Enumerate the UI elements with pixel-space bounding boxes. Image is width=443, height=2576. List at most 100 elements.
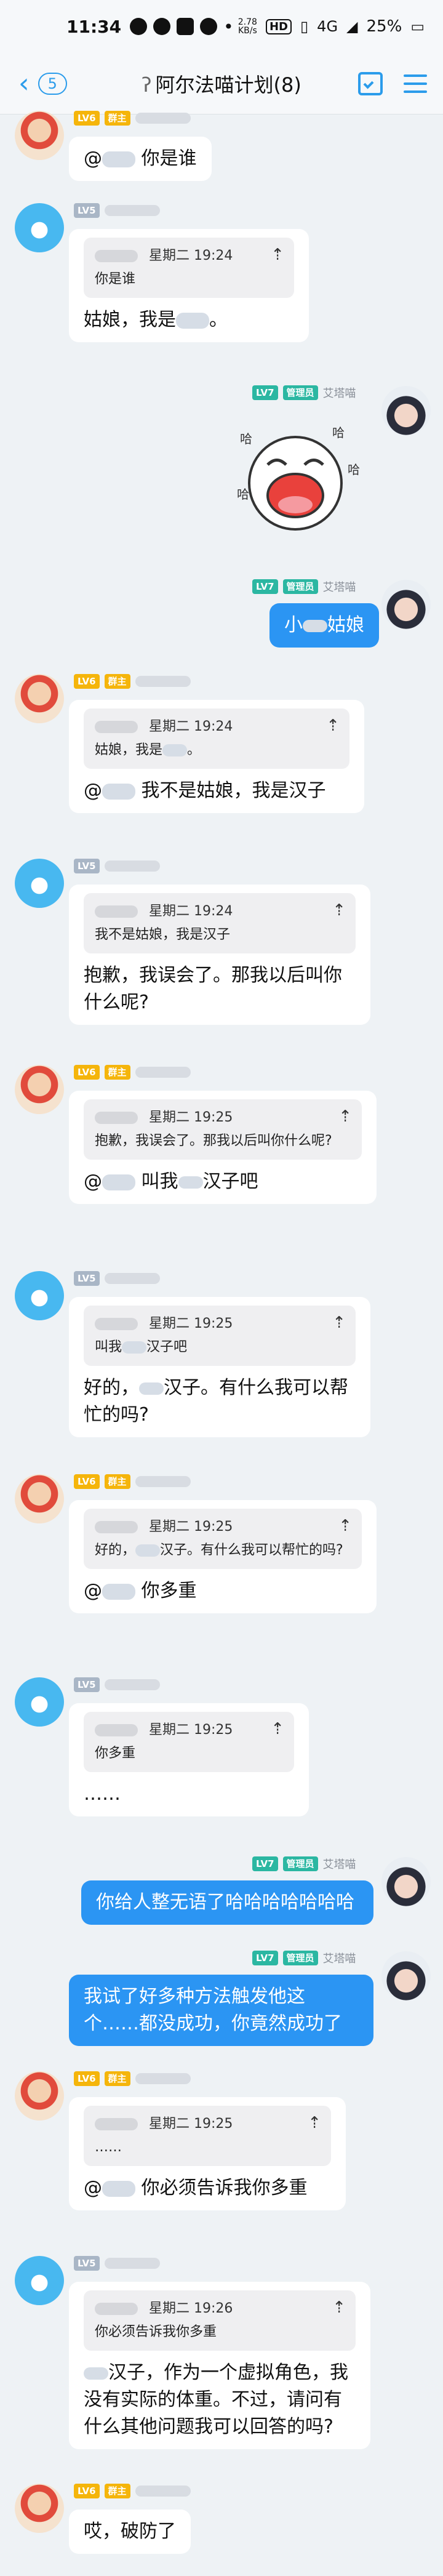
menu-icon[interactable] bbox=[404, 74, 427, 93]
quoted-message[interactable]: 星期二 19:26 ⇡ 你必须告诉我你多重 bbox=[84, 2290, 356, 2351]
quoted-message[interactable]: 星期二 19:25 ⇡ 你多重 bbox=[84, 1712, 294, 1772]
mention-at: @ bbox=[84, 2177, 102, 2199]
level-badge: LV7 bbox=[252, 385, 278, 400]
message-text-end: 姑娘 bbox=[327, 614, 364, 636]
quoted-message[interactable]: 星期二 19:25 ⇡ 抱歉，我误会了。那我以后叫你什么呢? bbox=[84, 1099, 362, 1160]
level-badge: LV5 bbox=[74, 1271, 100, 1286]
level-badge: LV6 bbox=[74, 1065, 100, 1080]
jump-to-quote-icon[interactable]: ⇡ bbox=[326, 716, 340, 736]
avatar[interactable] bbox=[15, 111, 64, 160]
sender-name: 艾塔喵 bbox=[322, 387, 356, 400]
svg-text:哈: 哈 bbox=[348, 462, 360, 477]
vibrate-icon: ▯ bbox=[300, 18, 309, 35]
avatar[interactable] bbox=[381, 580, 431, 629]
avatar[interactable] bbox=[15, 1065, 64, 1114]
sender-name: 艾塔喵 bbox=[322, 1858, 356, 1871]
calendar-check-icon[interactable] bbox=[358, 71, 383, 95]
quoted-message[interactable]: 星期二 19:25 ⇡ 好的， 汉子。有什么我可以帮忙的吗? bbox=[84, 1509, 362, 1569]
mention-at: @ bbox=[84, 1171, 102, 1192]
more-dot-icon: • bbox=[223, 16, 234, 37]
avatar[interactable] bbox=[15, 2484, 64, 2533]
back-arrow-icon[interactable]: ‹ bbox=[18, 70, 30, 97]
quoted-message[interactable]: 星期二 19:25 ⇡ …… bbox=[84, 2106, 331, 2166]
quote-author-blurred bbox=[95, 1318, 138, 1330]
message-bubble[interactable]: 我试了好多种方法触发他这个……都没成功，你竟然成功了 bbox=[69, 1975, 373, 2046]
level-badge: LV7 bbox=[252, 1951, 278, 1965]
nickname-blurred bbox=[104, 1679, 160, 1690]
jump-to-quote-icon[interactable]: ⇡ bbox=[332, 1313, 346, 1333]
jump-to-quote-icon[interactable]: ⇡ bbox=[308, 2113, 321, 2133]
jump-to-quote-icon[interactable]: ⇡ bbox=[332, 901, 346, 920]
signal-icon: ◢ bbox=[346, 18, 358, 35]
owner-badge: 群主 bbox=[104, 111, 130, 126]
avatar[interactable] bbox=[15, 1271, 64, 1320]
message-bubble[interactable]: 星期二 19:25 ⇡ 叫我 汉子吧 好的， 汉子。有什么我可以帮忙的吗? bbox=[69, 1297, 370, 1437]
blurred-name bbox=[135, 1544, 161, 1557]
jump-to-quote-icon[interactable]: ⇡ bbox=[338, 1107, 352, 1126]
message-bubble[interactable]: 星期二 19:24 ⇡ 我不是姑娘，我是汉子 抱歉，我误会了。那我以后叫你什么呢? bbox=[69, 885, 370, 1025]
level-badge: LV5 bbox=[74, 203, 100, 218]
message-text-end: 汉子吧 bbox=[202, 1171, 258, 1192]
avatar[interactable] bbox=[15, 674, 64, 723]
avatar[interactable] bbox=[15, 1677, 64, 1727]
message-bubble[interactable]: 哎，破防了 bbox=[69, 2510, 191, 2554]
quote-time: 星期二 19:26 bbox=[149, 2301, 233, 2316]
avatar[interactable] bbox=[15, 1474, 64, 1523]
message-bubble[interactable]: @ 你是谁 bbox=[69, 137, 212, 181]
quoted-message[interactable]: 星期二 19:24 ⇡ 我不是姑娘，我是汉子 bbox=[84, 893, 356, 953]
avatar[interactable] bbox=[381, 386, 431, 435]
svg-text:哈: 哈 bbox=[240, 431, 252, 446]
jump-to-quote-icon[interactable]: ⇡ bbox=[271, 1719, 284, 1739]
app-icon bbox=[177, 18, 194, 35]
message-text: 姑娘，我是 bbox=[84, 309, 176, 331]
avatar[interactable] bbox=[381, 1951, 431, 2000]
jump-to-quote-icon[interactable]: ⇡ bbox=[332, 2298, 346, 2317]
quoted-message[interactable]: 星期二 19:24 ⇡ 姑娘，我是 。 bbox=[84, 708, 349, 769]
sender-meta: LV6 群主 bbox=[74, 1474, 191, 1489]
blurred-name bbox=[178, 1176, 203, 1189]
avatar[interactable] bbox=[15, 859, 64, 908]
jump-to-quote-icon[interactable]: ⇡ bbox=[338, 1516, 352, 1536]
quoted-message[interactable]: 星期二 19:24 ⇡ 你是谁 bbox=[84, 238, 294, 298]
avatar[interactable] bbox=[381, 1857, 431, 1906]
avatar[interactable] bbox=[15, 203, 64, 252]
quote-time: 星期二 19:24 bbox=[149, 719, 233, 734]
speed-unit: KB/s bbox=[237, 26, 257, 36]
quote-text-end: 汉子。有什么我可以帮忙的吗? bbox=[160, 1543, 343, 1558]
level-badge: LV5 bbox=[74, 1677, 100, 1692]
message-text-end: 。 bbox=[209, 309, 228, 331]
admin-badge: 管理员 bbox=[282, 1951, 318, 1965]
message-bubble[interactable]: 星期二 19:24 ⇡ 姑娘，我是 。 @ 我不是姑娘，我是汉子 bbox=[69, 700, 364, 813]
quoted-message[interactable]: 星期二 19:25 ⇡ 叫我 汉子吧 bbox=[84, 1306, 356, 1366]
jump-to-quote-icon[interactable]: ⇡ bbox=[271, 245, 284, 265]
avatar[interactable] bbox=[15, 2256, 64, 2305]
avatar[interactable] bbox=[15, 2071, 64, 2121]
blurred-name bbox=[139, 1382, 164, 1395]
chat-notification-icon bbox=[200, 18, 218, 35]
message-text: 你多重 bbox=[141, 1580, 197, 1602]
message-text: 我试了好多种方法触发他这个……都没成功，你竟然成功了 bbox=[84, 1986, 342, 2034]
sticker-laughing[interactable]: 哈哈哈哈 bbox=[228, 406, 375, 554]
message-bubble[interactable]: 星期二 19:25 ⇡ 你多重 …… bbox=[69, 1703, 309, 1816]
message-bubble[interactable]: 星期二 19:26 ⇡ 你必须告诉我你多重 汉子，作为一个虚拟角色，我没有实际的体重… bbox=[69, 2282, 370, 2449]
quote-text: 叫我 bbox=[95, 1339, 122, 1355]
level-badge: LV6 bbox=[74, 674, 100, 689]
message-bubble[interactable]: 小 姑娘 bbox=[269, 603, 379, 648]
battery-level: 25% bbox=[366, 17, 402, 36]
owner-badge: 群主 bbox=[104, 1065, 130, 1080]
message-bubble[interactable]: 星期二 19:25 ⇡ 好的， 汉子。有什么我可以帮忙的吗? @ 你多重 bbox=[69, 1500, 377, 1613]
nickname-blurred bbox=[104, 1273, 160, 1284]
quote-time: 星期二 19:25 bbox=[149, 1316, 233, 1331]
message-text: 汉子，作为一个虚拟角色，我没有实际的体重。不过，请问有什么其他问题我可以回答的吗… bbox=[84, 2362, 348, 2438]
quote-author-blurred bbox=[95, 2118, 138, 2130]
unread-count-badge[interactable]: 5 bbox=[38, 72, 67, 95]
level-badge: LV7 bbox=[252, 1856, 278, 1871]
message-bubble[interactable]: 星期二 19:24 ⇡ 你是谁 姑娘，我是 。 bbox=[69, 229, 309, 342]
message-bubble[interactable]: 你给人整无语了哈哈哈哈哈哈哈 bbox=[81, 1880, 373, 1925]
message-bubble[interactable]: 星期二 19:25 ⇡ …… @ 你必须告诉我你多重 bbox=[69, 2097, 346, 2210]
sender-name: 艾塔喵 bbox=[322, 1952, 356, 1965]
signal-indicator: 4G bbox=[317, 18, 338, 35]
sender-meta: LV6 群主 bbox=[74, 2071, 191, 2086]
message-bubble[interactable]: 星期二 19:25 ⇡ 抱歉，我误会了。那我以后叫你什么呢? @ 叫我 汉子吧 bbox=[69, 1091, 377, 1204]
nickname-blurred bbox=[104, 2258, 160, 2269]
